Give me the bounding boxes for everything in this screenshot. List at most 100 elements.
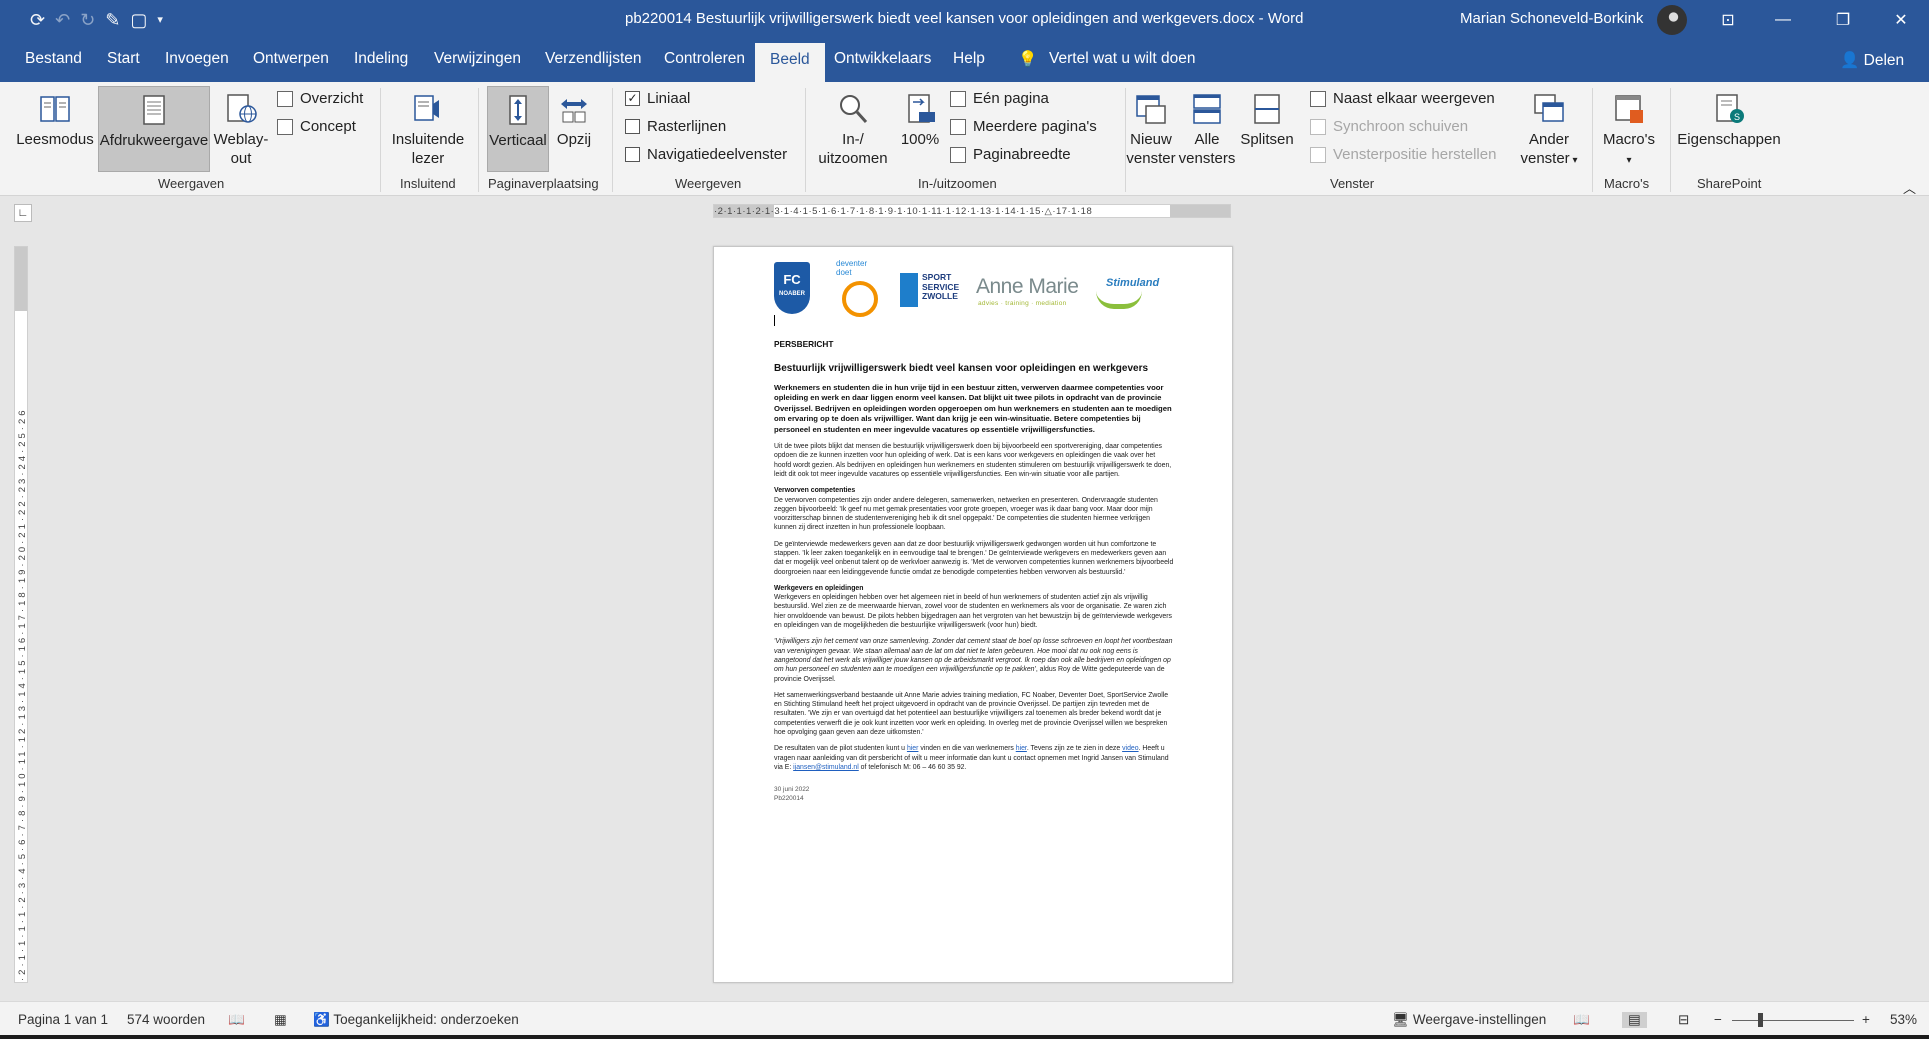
share-button[interactable]: 👤 Delen — [1840, 51, 1904, 70]
zoom-100-button[interactable]: 100% — [897, 86, 943, 172]
zoom-in-button[interactable]: + — [1862, 1012, 1870, 1027]
meerdere-paginas-button[interactable]: Meerdere pagina's — [950, 118, 1097, 135]
share-label: Delen — [1863, 52, 1905, 69]
naast-elkaar-button[interactable]: Naast elkaar weergeven — [1310, 90, 1495, 107]
leesmodus-button[interactable]: Leesmodus — [16, 86, 94, 172]
accessibility-label: Toegankelijkheid: onderzoeken — [333, 1012, 519, 1027]
tab-invoegen[interactable]: Invoegen — [165, 50, 229, 68]
naast-elkaar-label: Naast elkaar weergeven — [1333, 90, 1495, 107]
concept-label: Concept — [300, 118, 356, 135]
horizontal-ruler[interactable]: ·2·1·1·1·2·1·3·1·4·1·5·1·6·1·7·1·8·1·9·1… — [713, 204, 1231, 218]
tab-stop-selector-icon[interactable]: ∟ — [14, 204, 32, 222]
new-document-icon[interactable]: ▢ — [130, 11, 147, 29]
group-label-sharepoint: SharePoint — [1697, 176, 1762, 191]
vensterpositie-button[interactable]: Vensterpositie herstellen — [1310, 146, 1496, 163]
synchroon-schuiven-button[interactable]: Synchroon schuiven — [1310, 118, 1468, 135]
afdrukweergave-label: Afdrukweergave — [99, 132, 209, 149]
read-mode-status-icon[interactable]: 📖 — [1573, 1012, 1590, 1028]
doc-date-block: 30 juni 2022 Pb220014 — [774, 786, 1174, 803]
weblayout-button[interactable]: Weblay- out — [212, 86, 270, 172]
proofing-icon[interactable]: 📖 — [228, 1012, 245, 1028]
view-settings-button[interactable]: 🖥 Weergave-instellingen — [1392, 1012, 1546, 1028]
undo-icon[interactable]: ↶ — [55, 11, 70, 29]
link-hier-werknemers[interactable]: hier — [1016, 745, 1027, 752]
doc-contact-paragraph: De resultaten van de pilot studenten kun… — [774, 744, 1174, 772]
doc-date: 30 juni 2022 — [774, 786, 810, 794]
verticaal-button[interactable]: Verticaal — [487, 86, 549, 172]
status-bar: Pagina 1 van 1 574 woorden 📖 ▦ ♿ Toegank… — [0, 1001, 1929, 1039]
link-hier-studenten[interactable]: hier — [907, 745, 919, 752]
format-painter-icon[interactable]: ✎ — [105, 11, 120, 29]
ribbon-display-options-icon[interactable]: ⊡ — [1705, 0, 1751, 40]
zoom-slider-thumb[interactable] — [1758, 1013, 1763, 1027]
splitsen-button[interactable]: Splitsen — [1238, 86, 1296, 172]
document-workspace[interactable]: ∟ ·2·1·1·1·2·1·3·1·4·1·5·1·6·1·7·1·8·1·9… — [0, 196, 1929, 1001]
autosave-icon[interactable]: ⟳ — [30, 11, 45, 29]
word-count[interactable]: 574 woorden — [127, 1012, 205, 1027]
close-icon[interactable]: ✕ — [1878, 0, 1924, 40]
concept-button[interactable]: Concept — [277, 118, 356, 135]
ander-venster-button[interactable]: Ander venster ▾ — [1518, 86, 1580, 172]
tab-start[interactable]: Start — [107, 50, 140, 68]
tab-ontwerpen[interactable]: Ontwerpen — [253, 50, 329, 68]
minimize-icon[interactable]: — — [1760, 0, 1806, 40]
tab-beeld[interactable]: Beeld — [755, 43, 825, 82]
tab-verwijzingen[interactable]: Verwijzingen — [434, 50, 521, 68]
tab-controleren[interactable]: Controleren — [664, 50, 745, 68]
user-name[interactable]: Marian Schoneveld-Borkink — [1460, 10, 1643, 27]
redo-icon[interactable]: ↻ — [80, 11, 95, 29]
zoom-out-button[interactable]: − — [1714, 1012, 1722, 1027]
insluitende-lezer-button[interactable]: Insluitende lezer — [388, 86, 468, 172]
web-layout-status-icon[interactable]: ⊟ — [1678, 1012, 1689, 1028]
document-page[interactable]: FC NOABER deventer doet SPORT SERVICE ZWOLL… — [713, 246, 1233, 983]
ander-venster-label-1: Ander — [1528, 131, 1570, 148]
accessibility-status[interactable]: ♿ Toegankelijkheid: onderzoeken — [313, 1012, 519, 1028]
avatar[interactable] — [1657, 5, 1687, 35]
tell-me-search[interactable]: Vertel wat u wilt doen — [1049, 50, 1195, 68]
insluitende-lezer-label-1: Insluitende — [391, 131, 465, 148]
eigenschappen-label: Eigenschappen — [1677, 131, 1781, 148]
deventer-doet-mark — [842, 281, 878, 317]
eigenschappen-button[interactable]: S Eigenschappen — [1676, 86, 1782, 172]
overzicht-button[interactable]: Overzicht — [277, 90, 363, 107]
quick-access-toolbar: ⟳ ↶ ↻ ✎ ▢ ▾ — [0, 11, 300, 29]
zoom-button[interactable]: In-/ uitzoomen — [813, 86, 893, 172]
customize-qat-icon[interactable]: ▾ — [157, 11, 163, 29]
sportservice-zwolle-logo: SPORT SERVICE ZWOLLE — [900, 272, 970, 313]
rasterlijnen-checkbox[interactable]: Rasterlijnen — [625, 118, 726, 135]
alle-vensters-button[interactable]: Alle vensters — [1178, 86, 1236, 172]
tab-help[interactable]: Help — [953, 50, 985, 68]
macros-button[interactable]: Macro's ▾ — [1596, 86, 1662, 172]
paginabreedte-button[interactable]: Paginabreedte — [950, 146, 1071, 163]
restore-icon[interactable]: ❐ — [1820, 0, 1866, 40]
zoom-level[interactable]: 53% — [1890, 1012, 1917, 1027]
page-count[interactable]: Pagina 1 van 1 — [18, 1012, 108, 1027]
link-email[interactable]: ijansen@stimuland.nl — [793, 764, 859, 771]
zoom-slider[interactable] — [1732, 1020, 1854, 1021]
tab-indeling[interactable]: Indeling — [354, 50, 408, 68]
group-label-weergeven: Weergeven — [675, 176, 742, 191]
print-layout-status-icon[interactable]: ▤ — [1622, 1012, 1647, 1028]
nieuw-venster-button[interactable]: Nieuw venster — [1126, 86, 1176, 172]
doc-paragraph: De geïnterviewde medewerkers geven aan d… — [774, 540, 1174, 576]
navigatiedeelvenster-label: Navigatiedeelvenster — [647, 146, 788, 163]
liniaal-checkbox[interactable]: ✓ Liniaal — [625, 90, 690, 107]
een-pagina-button[interactable]: Eén pagina — [950, 90, 1049, 107]
link-video[interactable]: video — [1122, 745, 1138, 752]
opzij-button[interactable]: Opzij — [552, 86, 596, 172]
doc-title: Bestuurlijk vrijwilligerswerk biedt veel… — [774, 363, 1149, 374]
tab-ontwikkelaars[interactable]: Ontwikkelaars — [834, 50, 931, 68]
fc-noaber-logo: FC NOABER — [774, 262, 810, 314]
macros-icon — [1615, 95, 1643, 123]
doc-paragraph: Uit de twee pilots blijkt dat mensen die… — [774, 443, 1172, 478]
opzij-label: Opzij — [556, 131, 592, 148]
document-body[interactable]: PERSBERICHT Bestuurlijk vrijwilligerswer… — [774, 325, 1174, 803]
navigatiedeelvenster-checkbox[interactable]: Navigatiedeelvenster — [625, 146, 787, 163]
tab-bestand[interactable]: Bestand — [25, 50, 82, 68]
vertical-ruler[interactable]: ·2·1·1·1·1·2·3·4·5·6·7·8·9·10·11·12·13·1… — [14, 246, 28, 983]
tab-verzendlijsten[interactable]: Verzendlijsten — [545, 50, 642, 68]
zoom-100-label: 100% — [900, 131, 940, 148]
macro-record-icon[interactable]: ▦ — [274, 1012, 287, 1028]
collapse-ribbon-icon[interactable]: ︿ — [1903, 178, 1916, 197]
afdrukweergave-button[interactable]: Afdrukweergave — [98, 86, 210, 172]
